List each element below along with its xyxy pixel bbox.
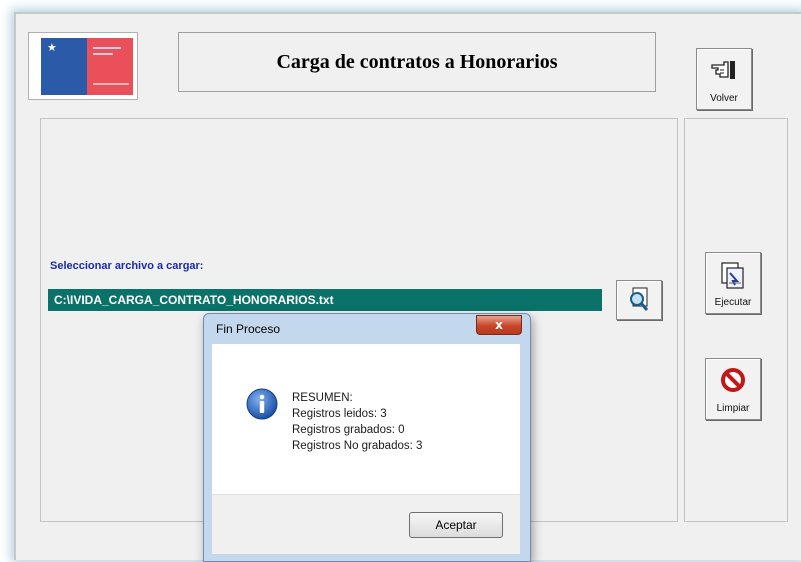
title-banner: Carga de contratos a Honorarios xyxy=(178,32,656,92)
summary-heading: RESUMEN: xyxy=(292,392,353,404)
no-entry-icon xyxy=(720,367,746,398)
file-path-field[interactable]: C:\IVIDA_CARGA_CONTRATO_HONORARIOS.txt xyxy=(48,289,602,311)
fin-proceso-dialog: Fin Proceso x RESUMEN: Registros leidos:… xyxy=(203,313,531,562)
registros-leidos: Registros leidos: 3 xyxy=(292,408,387,420)
dialog-title: Fin Proceso xyxy=(216,322,281,336)
info-icon xyxy=(246,388,278,425)
ministry-logo: ★ xyxy=(28,32,138,100)
limpiar-label: Limpiar xyxy=(716,403,750,414)
volver-button[interactable]: Volver xyxy=(696,48,752,110)
aceptar-button[interactable]: Aceptar xyxy=(409,512,503,538)
volver-label: Volver xyxy=(710,93,738,104)
dialog-close-button[interactable]: x xyxy=(476,315,522,335)
registros-grabados: Registros grabados: 0 xyxy=(292,424,405,436)
actions-panel xyxy=(684,118,788,522)
ejecutar-label: Ejecutar xyxy=(714,297,752,308)
ejecutar-button[interactable]: Ejecutar xyxy=(705,252,761,314)
limpiar-button[interactable]: Limpiar xyxy=(705,358,761,420)
execute-document-icon xyxy=(719,261,747,296)
dialog-footer: Aceptar xyxy=(212,494,520,554)
dialog-message: RESUMEN: Registros leidos: 3 Registros g… xyxy=(292,390,422,454)
magnifier-icon xyxy=(627,287,651,318)
file-select-label: Seleccionar archivo a cargar: xyxy=(50,260,204,272)
registros-no-grabados: Registros No grabados: 3 xyxy=(292,440,423,452)
dialog-body: RESUMEN: Registros leidos: 3 Registros g… xyxy=(212,344,520,494)
pointing-hand-icon xyxy=(710,57,738,88)
browse-button[interactable] xyxy=(616,280,662,320)
page-title: Carga de contratos a Honorarios xyxy=(276,50,558,73)
